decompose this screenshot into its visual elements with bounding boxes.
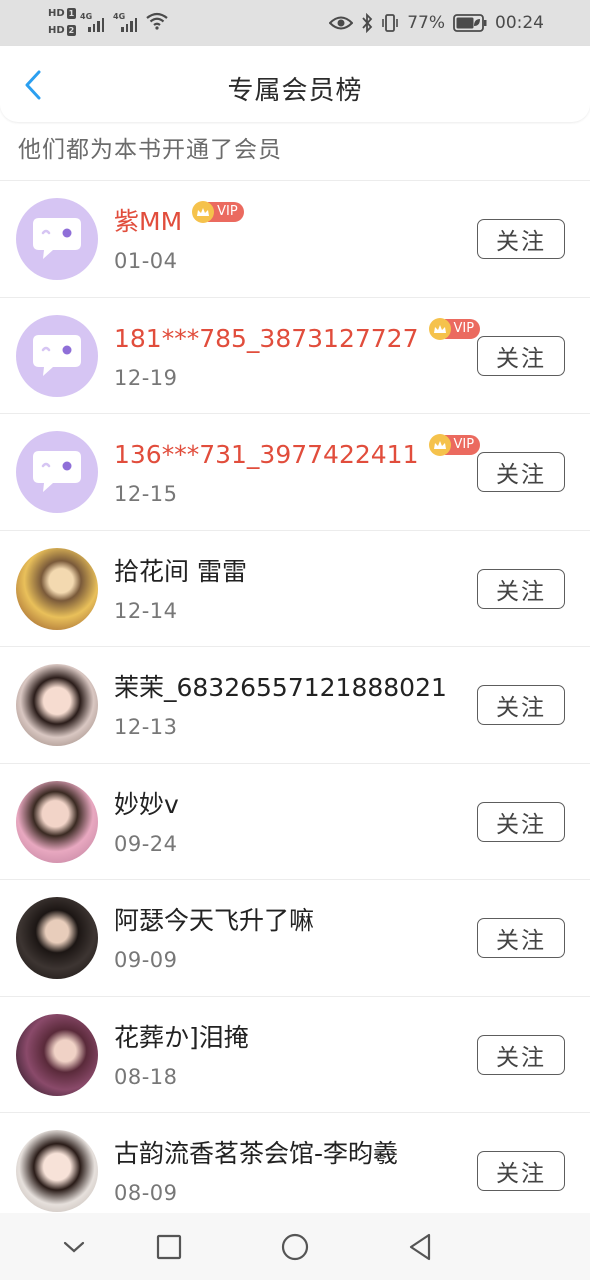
- member-date: 09-24: [114, 831, 178, 856]
- member-date: 01-04: [114, 249, 178, 273]
- vibrate-icon: [382, 14, 399, 32]
- system-nav-bar: [0, 1213, 590, 1280]
- member-date: 12-14: [114, 598, 178, 623]
- member-name-line: 古韵流香茗茶会馆-李昀羲: [114, 1137, 398, 1171]
- nav-home-button[interactable]: [279, 1231, 311, 1263]
- wifi-icon: [146, 12, 168, 30]
- vip-badge: VIP: [428, 317, 481, 340]
- bluetooth-icon: [362, 13, 373, 33]
- crown-icon: [428, 434, 451, 456]
- member-date: 08-09: [114, 1181, 178, 1205]
- member-row[interactable]: 136***731_3977422411 VIP 12-15 关注: [0, 414, 590, 531]
- default-avatar[interactable]: [16, 314, 98, 397]
- list-subtitle: 他们都为本书开通了会员: [18, 137, 282, 163]
- member-date: 12-13: [114, 715, 178, 739]
- user-avatar[interactable]: [16, 547, 98, 630]
- follow-button[interactable]: 关注: [477, 1151, 565, 1191]
- crown-icon: [192, 201, 215, 223]
- member-date: 09-09: [114, 948, 178, 972]
- follow-button[interactable]: 关注: [477, 801, 565, 842]
- member-date: 08-18: [114, 1064, 178, 1089]
- nav-back-button[interactable]: [404, 1231, 436, 1263]
- chevron-down-icon: [63, 1241, 85, 1253]
- triangle-back-icon: [409, 1233, 431, 1261]
- vip-badge: VIP: [428, 434, 481, 456]
- member-name: 136***731_3977422411: [114, 440, 419, 469]
- chat-bubble-avatar-icon: [33, 451, 81, 492]
- member-name: 妙妙v: [114, 789, 179, 819]
- member-name-line: 136***731_3977422411 VIP: [114, 434, 481, 472]
- signal-icon: 4G: [113, 12, 141, 32]
- square-icon: [156, 1234, 182, 1260]
- user-avatar[interactable]: [16, 1130, 98, 1212]
- nav-recents-button[interactable]: [153, 1231, 185, 1263]
- user-avatar[interactable]: [16, 780, 98, 863]
- member-name: 阿瑟今天飞升了嘛: [114, 906, 315, 935]
- user-avatar[interactable]: [16, 1013, 98, 1096]
- member-name: 茉茉_68326557121888021: [114, 673, 447, 702]
- battery-icon: [453, 14, 487, 32]
- member-row[interactable]: 紫MM VIP 01-04 关注: [0, 181, 590, 298]
- vip-badge: VIP: [192, 201, 244, 223]
- member-name-line: 阿瑟今天飞升了嘛: [114, 904, 314, 938]
- battery-percent: 77%: [407, 13, 445, 33]
- member-name: 拾花间 雷雷: [114, 556, 247, 586]
- follow-button[interactable]: 关注: [477, 335, 565, 376]
- signal-icon: 4G: [80, 12, 108, 32]
- network-indicators: HD 1 HD 2 4G 4G: [48, 6, 178, 40]
- member-date: 12-19: [114, 365, 178, 390]
- member-list: 紫MM VIP 01-04 关注 181***785_3873127727 VIP 12-1…: [0, 181, 590, 1230]
- page-title: 专属会员榜: [227, 76, 363, 106]
- member-name-line: 紫MM VIP: [114, 201, 244, 239]
- follow-button[interactable]: 关注: [477, 1034, 565, 1075]
- follow-button[interactable]: 关注: [477, 685, 565, 725]
- crown-icon: [428, 317, 451, 340]
- member-name: 紫MM: [114, 207, 183, 236]
- follow-button[interactable]: 关注: [477, 219, 565, 259]
- member-name-line: 拾花间 雷雷: [114, 555, 247, 589]
- member-row[interactable]: 181***785_3873127727 VIP 12-19 关注: [0, 298, 590, 414]
- follow-button[interactable]: 关注: [477, 918, 565, 958]
- user-avatar[interactable]: [16, 897, 98, 979]
- member-row[interactable]: 茉茉_68326557121888021 12-13 关注: [0, 647, 590, 764]
- follow-button[interactable]: 关注: [477, 568, 565, 609]
- app-header: 专属会员榜: [0, 46, 590, 122]
- user-avatar[interactable]: [16, 664, 98, 746]
- member-name-line: 妙妙v: [114, 788, 179, 822]
- member-name: 181***785_3873127727: [114, 323, 419, 353]
- chat-bubble-avatar-icon: [33, 334, 81, 376]
- member-name-line: 茉茉_68326557121888021: [114, 671, 447, 705]
- member-date: 12-15: [114, 482, 178, 506]
- member-row[interactable]: 妙妙v 09-24 关注: [0, 764, 590, 880]
- member-name-line: 花葬か]泪掩: [114, 1021, 249, 1055]
- default-avatar[interactable]: [16, 431, 98, 513]
- member-name: 花葬か]泪掩: [114, 1022, 249, 1052]
- clock: 00:24: [495, 13, 544, 33]
- default-avatar[interactable]: [16, 198, 98, 280]
- status-bar: HD 1 HD 2 4G 4G 77% 00:24: [0, 0, 590, 46]
- nav-hide-button[interactable]: [58, 1231, 90, 1263]
- circle-icon: [281, 1233, 309, 1261]
- member-row[interactable]: 拾花间 雷雷 12-14 关注: [0, 531, 590, 647]
- chat-bubble-avatar-icon: [33, 218, 81, 259]
- hd-indicator-1: HD 1: [48, 8, 77, 19]
- member-name-line: 181***785_3873127727 VIP: [114, 317, 481, 356]
- member-name: 古韵流香茗茶会馆-李昀羲: [114, 1139, 399, 1168]
- eye-icon: [329, 16, 354, 30]
- member-row[interactable]: 花葬か]泪掩 08-18 关注: [0, 997, 590, 1113]
- member-row[interactable]: 阿瑟今天飞升了嘛 09-09 关注: [0, 880, 590, 997]
- follow-button[interactable]: 关注: [477, 452, 565, 492]
- hd-indicator-2: HD 2: [48, 25, 77, 36]
